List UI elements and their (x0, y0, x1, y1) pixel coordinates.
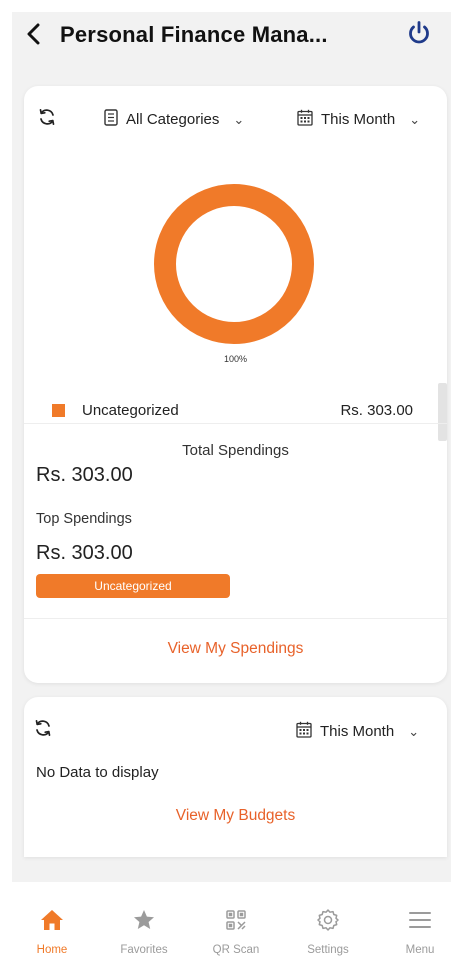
top-spendings-amount: Rs. 303.00 (36, 542, 133, 564)
chevron-down-icon: ⌄ (233, 111, 245, 127)
document-icon (104, 109, 118, 130)
top-category-tag: Uncategorized (36, 574, 230, 598)
spendings-donut-chart (154, 184, 314, 344)
power-icon (406, 20, 432, 51)
budgets-card: This Month ⌄ No Data to display View My … (24, 697, 447, 857)
chevron-down-icon: ⌄ (408, 723, 420, 739)
bottom-navigation: Home Favorites QR Scan Settings Menu (12, 882, 451, 980)
page-title: Personal Finance Mana... (60, 22, 328, 47)
nav-item-home[interactable]: Home (17, 906, 87, 966)
refresh-button[interactable] (32, 719, 54, 741)
chevron-down-icon: ⌄ (409, 111, 421, 127)
refresh-button[interactable] (36, 108, 58, 130)
nav-item-menu[interactable]: Menu (385, 906, 451, 966)
home-icon (38, 906, 66, 934)
spendings-card: All Categories ⌄ This Month ⌄ 100% Uncat… (24, 86, 447, 683)
donut-slice-1 (154, 184, 314, 344)
nav-item-favorites[interactable]: Favorites (109, 906, 179, 966)
top-spendings-title: Top Spendings (36, 511, 132, 527)
gear-icon (314, 906, 342, 934)
nav-label: Settings (307, 944, 349, 956)
category-filter-label: All Categories (126, 111, 220, 128)
nav-label: QR Scan (212, 944, 260, 956)
nav-label: Home (36, 944, 68, 956)
category-filter[interactable]: All Categories ⌄ (104, 109, 244, 130)
divider (24, 618, 447, 619)
period-filter[interactable]: This Month ⌄ (296, 721, 419, 742)
divider (24, 423, 447, 424)
total-spendings-title: Total Spendings (182, 442, 289, 459)
legend-swatch (52, 404, 65, 417)
refresh-icon (37, 107, 57, 132)
qr-code-icon (222, 906, 250, 934)
nav-item-qr-scan[interactable]: QR Scan (201, 906, 271, 966)
chevron-left-icon (26, 23, 42, 50)
nav-label: Menu (405, 944, 435, 956)
nav-item-settings[interactable]: Settings (293, 906, 363, 966)
donut-percent-label: 100% (223, 354, 248, 364)
calendar-icon (296, 721, 312, 742)
legend-category-name: Uncategorized (82, 402, 179, 419)
total-spendings-amount: Rs. 303.00 (36, 464, 133, 486)
star-icon (130, 906, 158, 934)
view-budgets-link[interactable]: View My Budgets (24, 807, 447, 825)
legend-item: Uncategorized Rs. 303.00 (24, 400, 447, 422)
refresh-icon (33, 718, 53, 743)
legend-category-amount: Rs. 303.00 (340, 402, 413, 419)
period-filter-label: This Month (320, 723, 395, 740)
nav-label: Favorites (120, 944, 168, 956)
empty-state-text: No Data to display (36, 764, 159, 781)
period-filter[interactable]: This Month ⌄ (297, 109, 420, 130)
logout-button[interactable] (404, 20, 434, 50)
view-spendings-link[interactable]: View My Spendings (24, 640, 447, 658)
calendar-icon (297, 109, 313, 130)
scrollbar[interactable] (438, 383, 447, 441)
back-button[interactable] (22, 22, 46, 50)
period-filter-label: This Month (321, 111, 396, 128)
menu-icon (406, 906, 434, 934)
